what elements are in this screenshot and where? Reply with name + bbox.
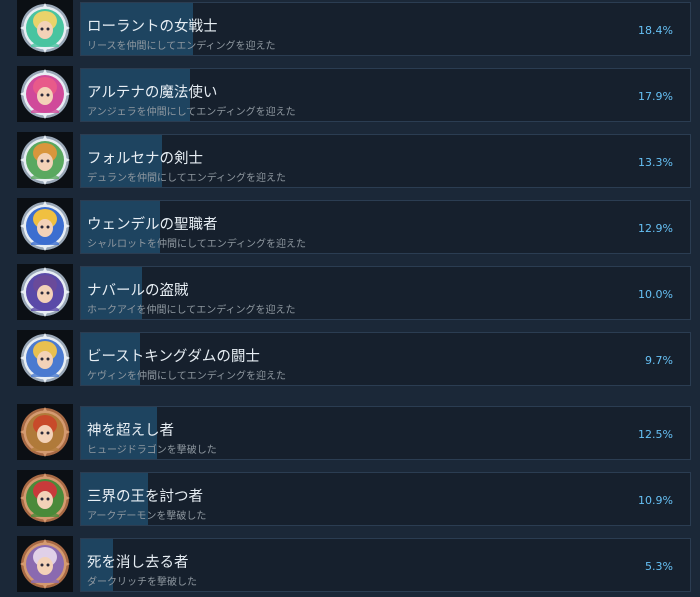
- achievement-description: ヒュージドラゴンを撃破した: [87, 445, 217, 456]
- unlock-percentage: 12.9%: [638, 222, 673, 235]
- boss-portrait-icon: [17, 470, 73, 526]
- achievement-name: ローラントの女戦士: [87, 19, 218, 35]
- achievement-name: フォルセナの剣士: [87, 151, 203, 167]
- unlock-percentage: 17.9%: [638, 90, 673, 103]
- unlock-percentage: 5.3%: [645, 560, 673, 573]
- achievement-card: アルテナの魔法使い アンジェラを仲間にしてエンディングを迎えた 17.9%: [80, 68, 691, 122]
- achievement-name: ナバールの盗賊: [87, 283, 189, 299]
- achievement-description: ホークアイを仲間にしてエンディングを迎えた: [87, 305, 296, 316]
- achievement-description: アークデーモンを撃破した: [87, 511, 207, 522]
- achievement-name: アルテナの魔法使い: [87, 85, 218, 101]
- achievement-description: ケヴィンを仲間にしてエンディングを迎えた: [87, 371, 286, 382]
- unlock-percentage: 10.0%: [638, 288, 673, 301]
- achievement-card: ナバールの盗賊 ホークアイを仲間にしてエンディングを迎えた 10.0%: [80, 266, 691, 320]
- achievement-description: ダークリッチを撃破した: [87, 577, 197, 588]
- achievement-card: ビーストキングダムの闘士 ケヴィンを仲間にしてエンディングを迎えた 9.7%: [80, 332, 691, 386]
- achievement-card: 三界の王を討つ者 アークデーモンを撃破した 10.9%: [80, 472, 691, 526]
- achievement-card: ウェンデルの聖職者 シャルロットを仲間にしてエンディングを迎えた 12.9%: [80, 200, 691, 254]
- achievement-description: アンジェラを仲間にしてエンディングを迎えた: [87, 107, 296, 118]
- boss-portrait-icon: [17, 404, 73, 460]
- character-portrait-icon: [17, 132, 73, 188]
- achievement-description: リースを仲間にしてエンディングを迎えた: [87, 41, 276, 52]
- achievement-name: 三界の王を討つ者: [87, 489, 203, 505]
- unlock-percentage: 9.7%: [645, 354, 673, 367]
- achievement-name: ウェンデルの聖職者: [87, 217, 218, 233]
- achievement-description: シャルロットを仲間にしてエンディングを迎えた: [87, 239, 306, 250]
- unlock-percentage: 10.9%: [638, 494, 673, 507]
- achievement-card: 死を消し去る者 ダークリッチを撃破した 5.3%: [80, 538, 691, 592]
- unlock-percentage: 12.5%: [638, 428, 673, 441]
- achievement-card: 神を超えし者 ヒュージドラゴンを撃破した 12.5%: [80, 406, 691, 460]
- achievement-name: 死を消し去る者: [87, 555, 189, 571]
- character-portrait-icon: [17, 330, 73, 386]
- character-portrait-icon: [17, 198, 73, 254]
- achievement-name: ビーストキングダムの闘士: [87, 349, 260, 365]
- character-portrait-icon: [17, 264, 73, 320]
- achievement-description: デュランを仲間にしてエンディングを迎えた: [87, 173, 286, 184]
- achievement-card: ローラントの女戦士 リースを仲間にしてエンディングを迎えた 18.4%: [80, 2, 691, 56]
- character-portrait-icon: [17, 0, 73, 56]
- character-portrait-icon: [17, 66, 73, 122]
- achievement-name: 神を超えし者: [87, 423, 174, 439]
- achievement-card: フォルセナの剣士 デュランを仲間にしてエンディングを迎えた 13.3%: [80, 134, 691, 188]
- boss-portrait-icon: [17, 536, 73, 592]
- unlock-percentage: 18.4%: [638, 24, 673, 37]
- unlock-percentage: 13.3%: [638, 156, 673, 169]
